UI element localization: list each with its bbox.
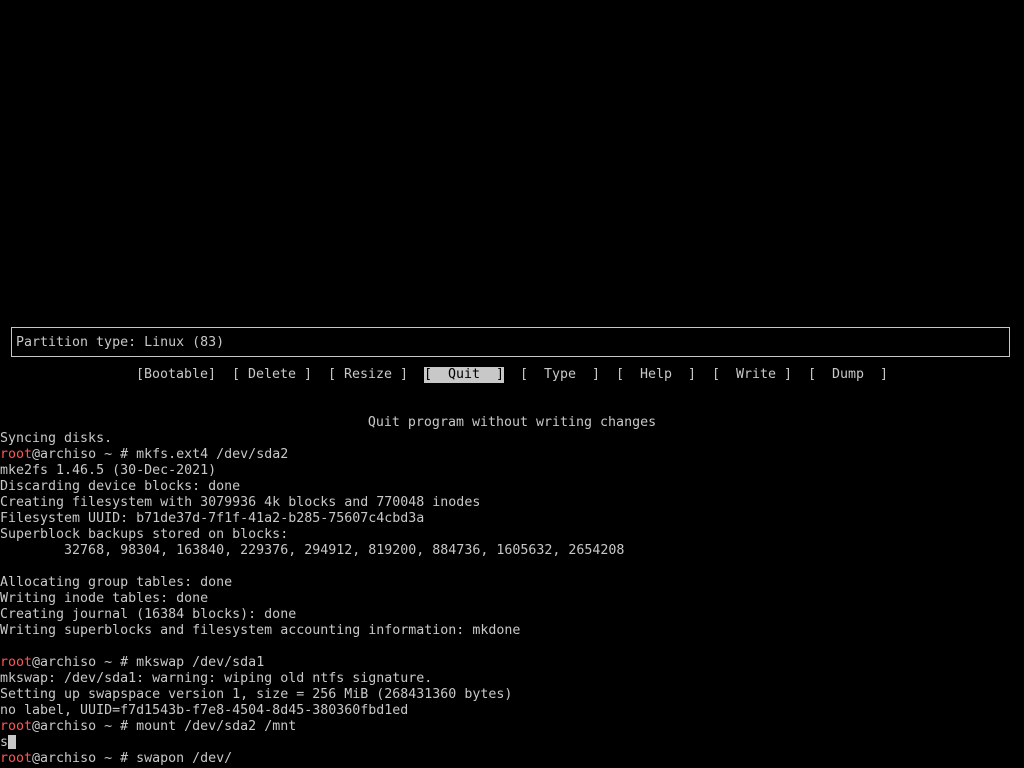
output-line: Creating filesystem with 3079936 4k bloc… (0, 495, 481, 510)
output-line: Superblock backups stored on blocks: (0, 527, 289, 542)
prompt-user: root (0, 655, 33, 670)
output-line: Filesystem UUID: b71de37d-7f1f-41a2-b285… (0, 511, 425, 526)
output-line: 32768, 98304, 163840, 229376, 294912, 81… (0, 543, 625, 558)
shell-command: mount /dev/sda2 /mnt (136, 719, 297, 734)
typed-input[interactable]: s (0, 735, 8, 750)
menu-item-quit[interactable]: [ Quit ] (424, 367, 505, 383)
shell-command: swapon /dev/ (136, 751, 233, 766)
prompt-user: root (0, 719, 33, 734)
output-line: Setting up swapspace version 1, size = 2… (0, 687, 513, 702)
menu-item-bootable[interactable]: [Bootable] (136, 367, 216, 383)
shell-command: mkswap /dev/sda1 (136, 655, 265, 670)
prompt-host: @archiso ~ # (32, 719, 137, 734)
shell-prompt-line: root@archiso ~ # mkfs.ext4 /dev/sda2 (0, 447, 288, 463)
output-line: Discarding device blocks: done (0, 479, 241, 494)
shell-prompt-line: root@archiso ~ # mount /dev/sda2 /mnt (0, 719, 296, 735)
output-line: Writing superblocks and filesystem accou… (0, 623, 521, 638)
prompt-host: @archiso ~ # (32, 655, 137, 670)
shell-prompt-line: root@archiso ~ # mkswap /dev/sda1 (0, 655, 264, 671)
partition-info-box: Partition type: Linux (83) (11, 327, 1010, 357)
output-line: mkswap: /dev/sda1: warning: wiping old n… (0, 671, 433, 686)
menu-item-resize[interactable]: [ Resize ] (328, 367, 408, 383)
prompt-user: root (0, 447, 33, 462)
typed-input-line: s (0, 735, 17, 751)
shell-command: mkfs.ext4 /dev/sda2 (136, 447, 289, 462)
output-line: mke2fs 1.46.5 (30-Dec-2021) (0, 463, 217, 478)
prompt-user: root (0, 751, 33, 766)
text-cursor (8, 735, 17, 749)
output-line: Creating journal (16384 blocks): done (0, 607, 297, 622)
cfdisk-status-message: Quit program without writing changes (367, 415, 657, 430)
shell-prompt-line: root@archiso ~ # swapon /dev/ (0, 751, 232, 767)
menu-item-type[interactable]: [ Type ] (520, 367, 600, 383)
output-line: Syncing disks. (0, 431, 113, 446)
menu-item-write[interactable]: [ Write ] (712, 367, 792, 383)
output-line: no label, UUID=f7d1543b-f7e8-4504-8d45-3… (0, 703, 409, 718)
partition-type-text: Partition type: Linux (83) (16, 335, 225, 350)
output-line: Allocating group tables: done (0, 575, 233, 590)
prompt-host: @archiso ~ # (32, 751, 137, 766)
menu-item-help[interactable]: [ Help ] (616, 367, 696, 383)
output-line: Writing inode tables: done (0, 591, 209, 606)
menu-item-delete[interactable]: [ Delete ] (232, 367, 312, 383)
prompt-host: @archiso ~ # (32, 447, 137, 462)
menu-item-dump[interactable]: [ Dump ] (808, 367, 888, 383)
